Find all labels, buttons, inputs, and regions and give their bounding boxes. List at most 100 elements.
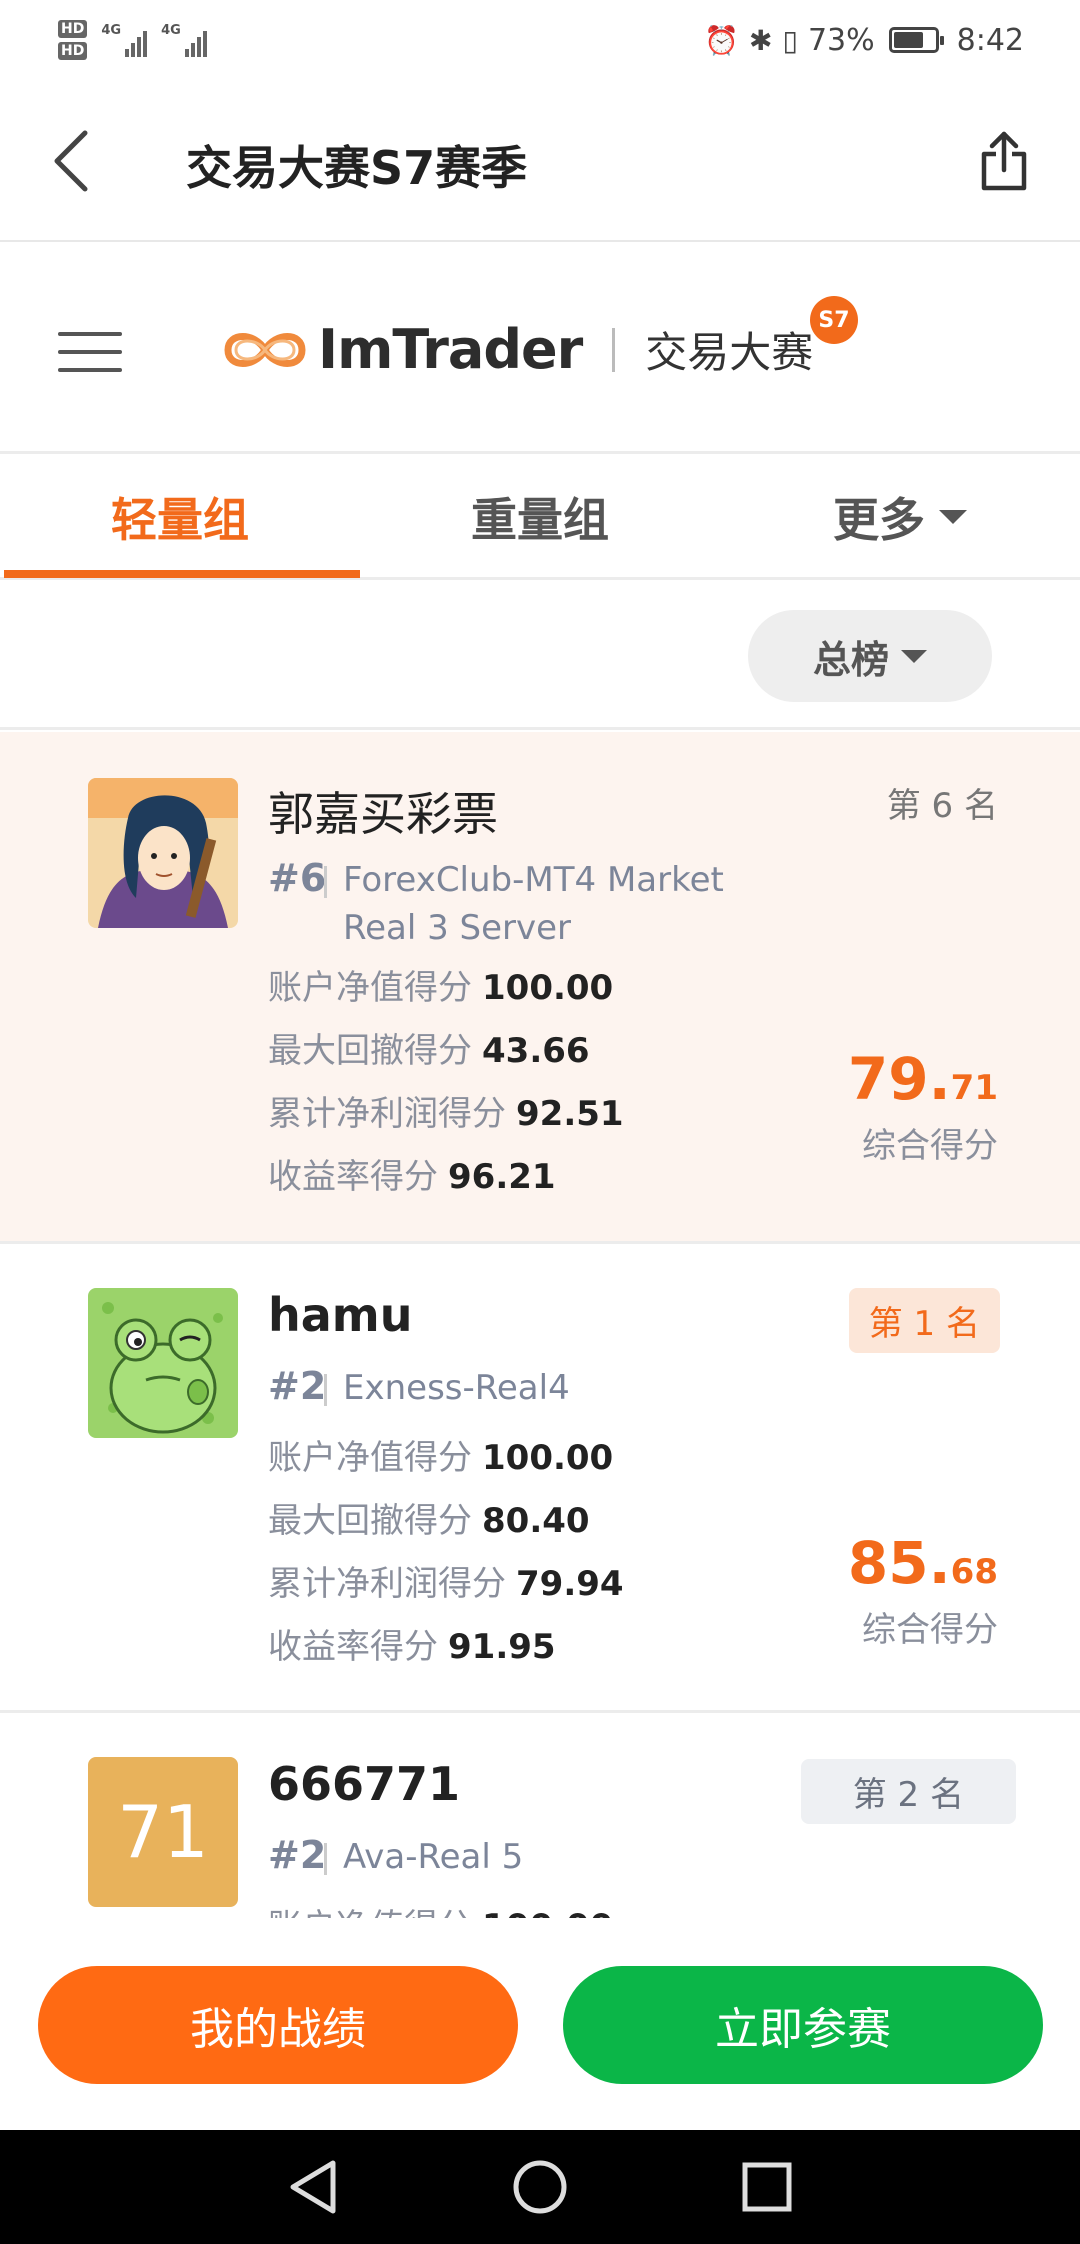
caret-down-icon — [901, 649, 927, 663]
account-number: #2 — [268, 1833, 327, 1877]
battery-percent: 73% — [807, 22, 875, 58]
triangle-back-icon — [290, 2160, 336, 2214]
account-number: #2 — [268, 1364, 327, 1408]
metric-net-profit: 累计净利润得分 92.51 — [268, 1086, 624, 1135]
signal-icon-sim2: 4G — [161, 23, 207, 57]
account-number: #6 — [268, 856, 327, 900]
battery-fill — [893, 32, 923, 48]
imtrader-logo: ImTrader 交易大赛 — [220, 318, 813, 381]
join-now-button[interactable]: 立即参赛 — [563, 1966, 1043, 2084]
hd-badge-2: HD — [58, 42, 88, 60]
vibrate-icon: ▯ — [782, 23, 798, 57]
metric-value: 100.00 — [482, 1907, 613, 1918]
tab-heavy-group[interactable]: 重量组 — [360, 456, 720, 577]
metric-value: 43.66 — [482, 1031, 590, 1071]
player-name: 郭嘉买彩票 — [268, 787, 498, 841]
back-button[interactable] — [36, 126, 106, 196]
metric-value: 80.40 — [482, 1501, 590, 1541]
metric-value: 91.95 — [448, 1627, 556, 1667]
divider — [324, 1843, 327, 1875]
ranking-filter-dropdown[interactable]: 总榜 — [748, 610, 992, 702]
tab-more[interactable]: 更多 — [720, 456, 1080, 577]
leaderboard-entry[interactable]: hamu 第 1 名 #2 Exness-Real4 账户净值得分 100.00 … — [0, 1244, 1080, 1713]
score-integer: 79. — [847, 1045, 951, 1113]
account-info: #2 Ava-Real 5 — [268, 1833, 788, 1881]
composite-score: 85.68 综合得分 — [848, 1534, 998, 1651]
metric-equity: 账户净值得分100.00 — [268, 1430, 613, 1479]
menu-button[interactable] — [58, 332, 122, 372]
metric-label: 收益率得分 — [268, 1627, 438, 1667]
metric-value: 100.00 — [482, 1438, 614, 1478]
tab-label: 重量组 — [471, 492, 609, 547]
score-integer: 85. — [847, 1529, 951, 1597]
metric-label: 最大回撤得分 — [268, 1501, 472, 1541]
network-type-sim2: 4G — [161, 23, 181, 38]
metric-value: 92.51 — [516, 1094, 624, 1134]
divider — [324, 1374, 327, 1406]
score-decimal: 68 — [950, 1552, 998, 1592]
metric-label: 账户净值得分 — [268, 968, 472, 1008]
nav-home-button[interactable] — [505, 2152, 575, 2222]
system-nav-bar — [0, 2130, 1080, 2244]
account-info: #2 Exness-Real4 — [268, 1364, 788, 1412]
status-bar: HD HD 4G 4G ⏰ ✱ ▯ 73% 8:42 — [0, 0, 1080, 80]
share-button[interactable] — [974, 126, 1034, 196]
leaderboard-entry-mine[interactable]: 郭嘉买彩票 第 6 名 #6 ForexClub-MT4 Market Real… — [0, 732, 1080, 1244]
player-name: hamu — [268, 1288, 413, 1342]
season-badge: S7 — [810, 296, 858, 344]
leaderboard-list[interactable]: 郭嘉买彩票 第 6 名 #6 ForexClub-MT4 Market Real… — [0, 732, 1080, 1918]
metric-value: 100.00 — [482, 968, 614, 1008]
avatar — [88, 778, 238, 928]
rank-label: 第 2 名 — [800, 1759, 1016, 1824]
menu-icon — [58, 332, 122, 336]
frog-avatar-icon — [88, 1288, 238, 1438]
server-name: Exness-Real4 — [343, 1368, 570, 1408]
leaderboard-entry[interactable]: 71 666771 第 2 名 #2 Ava-Real 5 账户净值得分 100.… — [0, 1713, 1080, 1918]
group-tabs: 轻量组 重量组 更多 — [0, 456, 1080, 580]
hd-badge-1: HD — [58, 20, 88, 38]
player-name: 666771 — [268, 1757, 461, 1811]
metric-return-rate: 收益率得分 91.95 — [268, 1619, 556, 1668]
brand-bar: ImTrader 交易大赛 S7 — [0, 244, 1080, 454]
metric-label: 累计净利润得分 — [268, 1094, 506, 1134]
metric-net-profit: 累计净利润得分 79.94 — [268, 1556, 624, 1605]
metric-value: 96.21 — [448, 1157, 556, 1197]
status-left: HD HD 4G 4G — [58, 20, 207, 60]
brand-subtitle: 交易大赛 — [645, 328, 814, 377]
avatar — [88, 1288, 238, 1438]
tab-label: 更多 — [833, 492, 925, 547]
signal-icon-sim1: 4G — [101, 23, 148, 57]
brand-divider — [612, 327, 616, 372]
metric-drawdown: 最大回撤得分 43.66 — [268, 1023, 590, 1072]
my-record-button[interactable]: 我的战绩 — [38, 1966, 518, 2084]
alarm-icon: ⏰ — [704, 23, 740, 57]
tab-light-group[interactable]: 轻量组 — [0, 456, 360, 578]
filter-label: 总榜 — [812, 637, 889, 682]
metric-label: 账户净值得分 — [268, 1438, 472, 1478]
brand-name: ImTrader — [318, 318, 583, 381]
infinity-logo-icon — [224, 332, 306, 367]
circle-home-icon — [513, 2160, 567, 2214]
score-label: 综合得分 — [862, 1610, 998, 1650]
metric-label: 累计净利润得分 — [268, 1564, 506, 1604]
chevron-left-icon — [54, 130, 88, 192]
status-right: ⏰ ✱ ▯ 73% 8:42 — [704, 23, 1024, 58]
score-label: 综合得分 — [862, 1126, 998, 1166]
metric-equity: 账户净值得分100.00 — [268, 1899, 613, 1918]
rank-label: 第 1 名 — [848, 1288, 1000, 1353]
score-decimal: 71 — [950, 1068, 998, 1108]
square-recents-icon — [742, 2162, 792, 2212]
nav-back-button[interactable] — [278, 2152, 348, 2222]
network-type-sim1: 4G — [101, 23, 122, 38]
server-name: ForexClub-MT4 Market Real 3 Server — [343, 860, 724, 948]
hd-badges: HD HD — [58, 20, 88, 60]
avatar: 71 — [88, 1757, 238, 1907]
metric-drawdown: 最大回撤得分 80.40 — [268, 1493, 590, 1542]
caret-down-icon — [939, 509, 967, 524]
share-icon — [981, 131, 1027, 191]
rank-label: 第 6 名 — [886, 786, 998, 826]
composite-score: 79.71 综合得分 — [848, 1050, 998, 1167]
warrior-avatar-icon — [88, 778, 238, 928]
nav-recents-button[interactable] — [732, 2152, 802, 2222]
bluetooth-icon: ✱ — [749, 23, 773, 57]
